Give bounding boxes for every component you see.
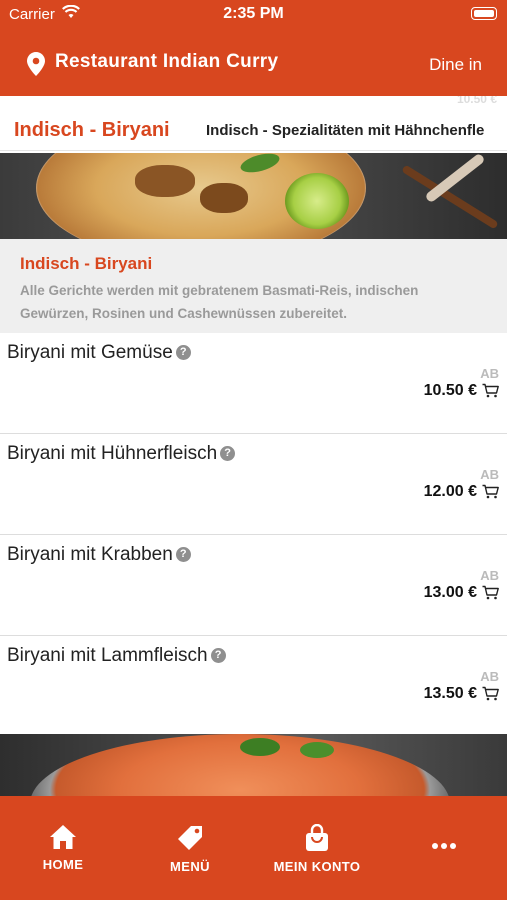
menu-item-title: Biryani mit Hühnerfleisch? (7, 443, 236, 465)
menu-item[interactable]: Biryani mit Lammfleisch? AB 13.50 € (0, 636, 507, 737)
dine-in-toggle[interactable]: Dine in (429, 55, 482, 75)
category-hero-image (0, 153, 507, 239)
menu-item-title: Biryani mit Gemüse? (7, 342, 191, 364)
restaurant-title[interactable]: Restaurant Indian Curry (55, 51, 278, 73)
tab-menu-label: MENÜ (170, 859, 210, 874)
price-prefix: AB (480, 467, 499, 482)
status-time: 2:35 PM (223, 5, 284, 22)
app-header: Restaurant Indian Curry Dine in (0, 30, 507, 96)
tab-indisch-biryani[interactable]: Indisch - Biryani (14, 119, 170, 142)
tab-indisch-spezialitaeten[interactable]: Indisch - Spezialitäten mit Hähnchenfle (206, 122, 484, 139)
scrolled-content-fade: 10.50 € (0, 96, 507, 108)
menu-item-title: Biryani mit Lammfleisch? (7, 645, 226, 667)
bottom-tab-bar: HOME MENÜ MEIN KONTO (0, 796, 507, 900)
menu-item-name: Biryani mit Hühnerfleisch (7, 443, 218, 464)
bag-icon (304, 823, 330, 856)
tab-account[interactable]: MEIN KONTO (262, 823, 372, 874)
menu-item-name: Biryani mit Lammfleisch (7, 645, 208, 666)
menu-item[interactable]: Biryani mit Krabben? AB 13.00 € (0, 535, 507, 636)
price-prefix: AB (480, 568, 499, 583)
tab-more[interactable] (389, 824, 499, 857)
tab-account-label: MEIN KONTO (273, 859, 361, 874)
cart-icon[interactable] (482, 585, 499, 605)
menu-item-price: 13.00 € (423, 584, 477, 601)
category-tabs: Indisch - Biryani Indisch - Spezialitäte… (0, 110, 507, 151)
menu-item-name: Biryani mit Krabben (7, 544, 173, 565)
menu-item-price: 12.00 € (423, 483, 477, 500)
help-icon[interactable]: ? (175, 345, 191, 360)
tab-home[interactable]: HOME (8, 824, 118, 872)
help-icon[interactable]: ? (210, 648, 226, 663)
menu-item-price: 10.50 € (423, 382, 477, 399)
cart-icon[interactable] (482, 484, 499, 504)
price-prefix: AB (480, 669, 499, 684)
next-category-hero-image (0, 734, 507, 796)
status-bar: Carrier 2:35 PM (0, 0, 507, 30)
category-info: Indisch - Biryani Alle Gerichte werden m… (0, 239, 507, 333)
menu-item-price: 13.50 € (423, 685, 477, 702)
cart-icon[interactable] (482, 383, 499, 403)
menu-item[interactable]: Biryani mit Gemüse? AB 10.50 € (0, 333, 507, 434)
home-icon (49, 825, 77, 854)
menu-item-title: Biryani mit Krabben? (7, 544, 191, 566)
price-prefix: AB (480, 366, 499, 381)
more-icon (430, 839, 458, 856)
menu-item-name: Biryani mit Gemüse (7, 342, 173, 363)
tag-icon (176, 826, 204, 856)
tab-menu[interactable]: MENÜ (135, 824, 245, 874)
category-heading: Indisch - Biryani (20, 254, 153, 273)
menu-item[interactable]: Biryani mit Hühnerfleisch? AB 12.00 € (0, 434, 507, 535)
help-icon[interactable]: ? (220, 446, 236, 461)
menu-item-list: Biryani mit Gemüse? AB 10.50 € Biryani m… (0, 333, 507, 737)
tab-home-label: HOME (42, 857, 84, 872)
category-description: Alle Gerichte werden mit gebratenem Basm… (20, 283, 419, 321)
location-pin-icon[interactable] (27, 52, 45, 81)
cart-icon[interactable] (482, 686, 499, 706)
battery-icon (471, 7, 497, 20)
help-icon[interactable]: ? (175, 547, 191, 562)
ghost-price: 10.50 € (456, 96, 497, 106)
